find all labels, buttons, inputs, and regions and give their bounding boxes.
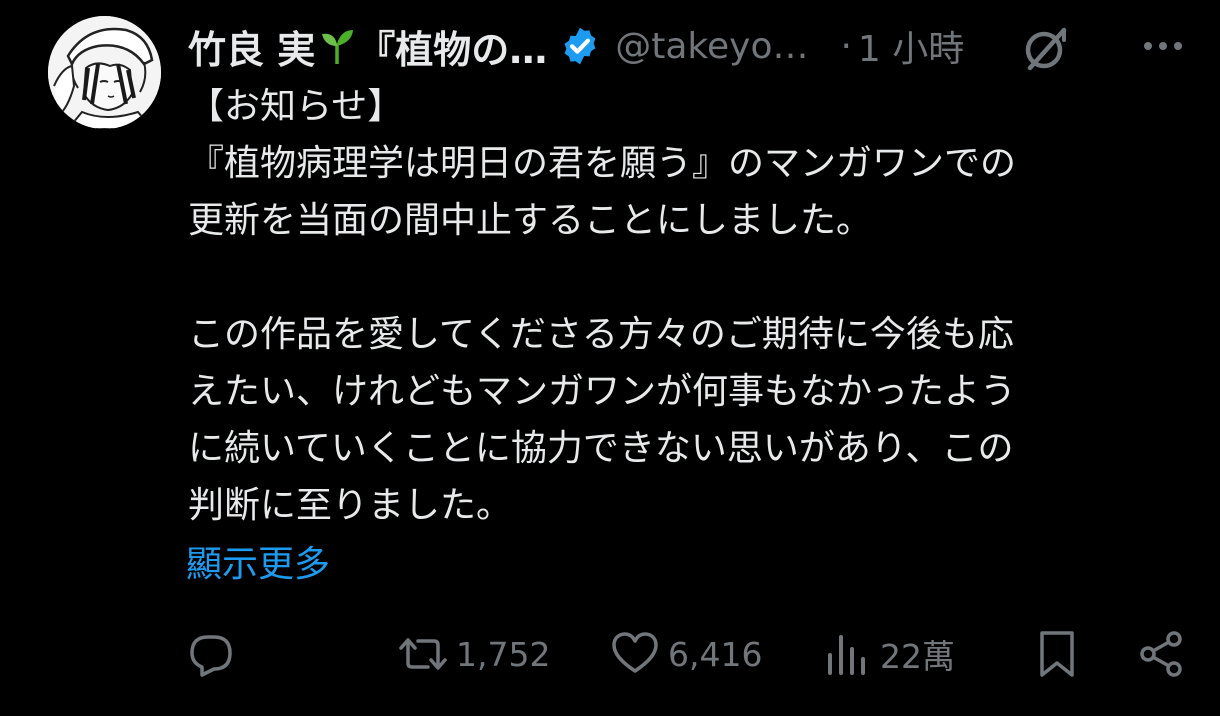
sprout-emoji-icon <box>322 30 354 64</box>
views-button[interactable]: 22萬 <box>822 622 955 686</box>
tweet-line: に続いていくことに協力できない思いがあり、この <box>188 428 1014 469</box>
tweet-line: この作品を愛してくださる方々のご期待に今後も応 <box>188 314 1014 355</box>
share-icon <box>1140 631 1182 677</box>
avatar[interactable] <box>48 16 161 129</box>
bookmark-button[interactable] <box>1032 622 1082 686</box>
author-handle[interactable]: @takeyo… <box>615 26 808 67</box>
bookmark-icon <box>1040 631 1074 677</box>
retweet-button[interactable]: 1,752 <box>398 622 550 686</box>
like-button[interactable]: 6,416 <box>610 622 762 686</box>
action-bar: 1,752 6,416 22萬 <box>186 622 1186 686</box>
tweet-line: 『植物病理学は明日の君を願う』のマンガワンでの <box>188 143 1017 184</box>
tweet-text: 【お知らせ】 『植物病理学は明日の君を願う』のマンガワンでの 更新を当面の間中止… <box>188 78 1188 534</box>
avatar-illustration <box>48 16 161 129</box>
verified-badge-icon <box>564 27 596 65</box>
timestamp[interactable]: 1 小時 <box>858 20 964 72</box>
author-name[interactable]: 竹良 実 <box>188 19 315 74</box>
views-bar-chart-icon <box>828 635 865 675</box>
tweet-blank-line <box>188 249 1188 306</box>
tweet-line: 判断に至りました。 <box>188 485 513 526</box>
reply-button[interactable] <box>186 622 236 686</box>
reply-icon <box>190 635 232 677</box>
retweet-count: 1,752 <box>456 634 551 674</box>
tweet-line: 更新を当面の間中止することにしました。 <box>188 200 873 241</box>
tweet-header: 竹良 実 『植物の… @takeyo… · 1 小時 <box>188 18 1190 74</box>
tweet-line: えたい、けれどもマンガワンが何事もなかったよう <box>188 371 1017 412</box>
like-count: 6,416 <box>668 634 763 674</box>
author-name-rest[interactable]: 『植物の… <box>357 19 547 74</box>
tweet-line: 【お知らせ】 <box>188 86 404 127</box>
grok-icon[interactable] <box>1020 22 1072 74</box>
retweet-icon <box>399 638 447 670</box>
views-count: 22萬 <box>880 637 955 676</box>
heart-icon <box>612 632 658 673</box>
separator-dot: · <box>840 25 852 67</box>
share-button[interactable] <box>1136 622 1186 686</box>
more-dots-icon[interactable] <box>1136 24 1190 68</box>
show-more-link[interactable]: 顯示更多 <box>186 536 330 593</box>
